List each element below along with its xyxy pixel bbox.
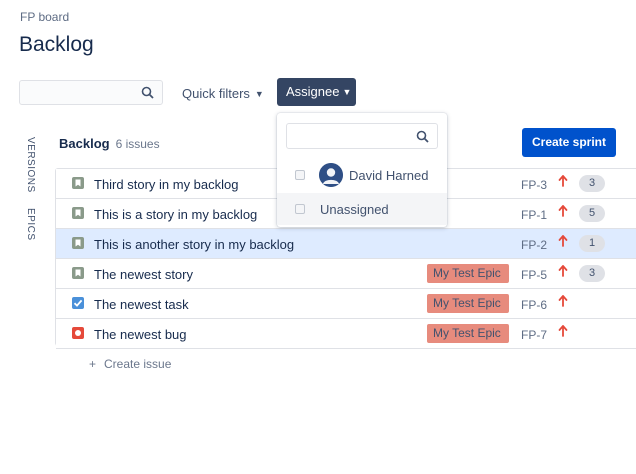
- story-type-icon: [72, 237, 84, 249]
- epic-label[interactable]: My Test Epic: [427, 264, 509, 283]
- estimate-badge: 1: [579, 235, 605, 252]
- issue-key[interactable]: FP-7: [521, 328, 547, 342]
- story-type-icon: [72, 177, 84, 189]
- create-sprint-button[interactable]: Create sprint: [522, 128, 616, 157]
- epics-tab[interactable]: EPICS: [22, 208, 36, 241]
- issue-row[interactable]: The newest task My Test Epic FP-6: [56, 289, 636, 319]
- plus-icon: +: [89, 357, 97, 371]
- issue-summary[interactable]: The newest task: [94, 297, 189, 312]
- chevron-down-icon: ▼: [342, 87, 352, 97]
- assignee-option-unassigned[interactable]: Unassigned: [277, 193, 447, 225]
- page-title: Backlog: [19, 33, 94, 56]
- estimate-badge: 3: [579, 265, 605, 282]
- quick-filters-dropdown[interactable]: Quick filters ▼: [182, 86, 264, 101]
- epic-label[interactable]: My Test Epic: [427, 324, 509, 343]
- assignee-option-name: Unassigned: [320, 202, 389, 217]
- priority-high-icon: [558, 264, 568, 278]
- story-type-icon: [72, 207, 84, 219]
- priority-high-icon: [558, 204, 568, 218]
- estimate-badge: 5: [579, 205, 605, 222]
- assignee-filter-button[interactable]: Assignee ▼: [277, 78, 356, 106]
- issue-row[interactable]: The newest story My Test Epic FP-5 3: [56, 259, 636, 289]
- breadcrumb[interactable]: FP board: [20, 10, 69, 24]
- issue-row[interactable]: The newest bug My Test Epic FP-7: [56, 319, 636, 349]
- assignee-checkbox[interactable]: [295, 204, 305, 214]
- search-icon: [141, 86, 154, 99]
- create-issue-label: Create issue: [104, 357, 172, 371]
- priority-high-icon: [558, 324, 568, 338]
- epic-label[interactable]: My Test Epic: [427, 294, 509, 313]
- priority-high-icon: [558, 174, 568, 188]
- estimate-badge: 3: [579, 175, 605, 192]
- quick-filters-label: Quick filters: [182, 86, 250, 101]
- task-type-icon: [72, 297, 84, 309]
- search-input[interactable]: [19, 80, 163, 105]
- backlog-header: Backlog 6 issues: [59, 136, 160, 151]
- search-icon: [416, 130, 429, 143]
- issue-key[interactable]: FP-2: [521, 238, 547, 252]
- issue-key[interactable]: FP-6: [521, 298, 547, 312]
- priority-high-icon: [558, 234, 568, 248]
- chevron-down-icon: ▼: [254, 89, 264, 99]
- priority-high-icon: [558, 294, 568, 308]
- assignee-dropdown: David Harned Unassigned: [277, 113, 447, 227]
- issue-summary[interactable]: This is a story in my backlog: [94, 207, 257, 222]
- assignee-checkbox[interactable]: [295, 170, 305, 180]
- issue-key[interactable]: FP-5: [521, 268, 547, 282]
- issue-row[interactable]: This is another story in my backlog FP-2 1: [56, 229, 636, 259]
- versions-tab[interactable]: VERSIONS: [22, 137, 36, 193]
- assignee-search-input[interactable]: [286, 123, 438, 149]
- create-issue-button[interactable]: + Create issue: [89, 357, 171, 371]
- issue-summary[interactable]: This is another story in my backlog: [94, 237, 294, 252]
- issue-summary[interactable]: Third story in my backlog: [94, 177, 239, 192]
- story-type-icon: [72, 267, 84, 279]
- issue-key[interactable]: FP-1: [521, 208, 547, 222]
- backlog-label: Backlog: [59, 136, 110, 151]
- issue-count: 6 issues: [115, 137, 160, 151]
- bug-type-icon: [72, 327, 84, 339]
- issue-summary[interactable]: The newest bug: [94, 327, 187, 342]
- assignee-filter-label: Assignee: [286, 84, 340, 99]
- issue-summary[interactable]: The newest story: [94, 267, 193, 282]
- avatar-icon: [319, 163, 343, 187]
- assignee-option-name: David Harned: [349, 168, 429, 183]
- assignee-option-david-harned[interactable]: David Harned: [277, 159, 447, 191]
- issue-key[interactable]: FP-3: [521, 178, 547, 192]
